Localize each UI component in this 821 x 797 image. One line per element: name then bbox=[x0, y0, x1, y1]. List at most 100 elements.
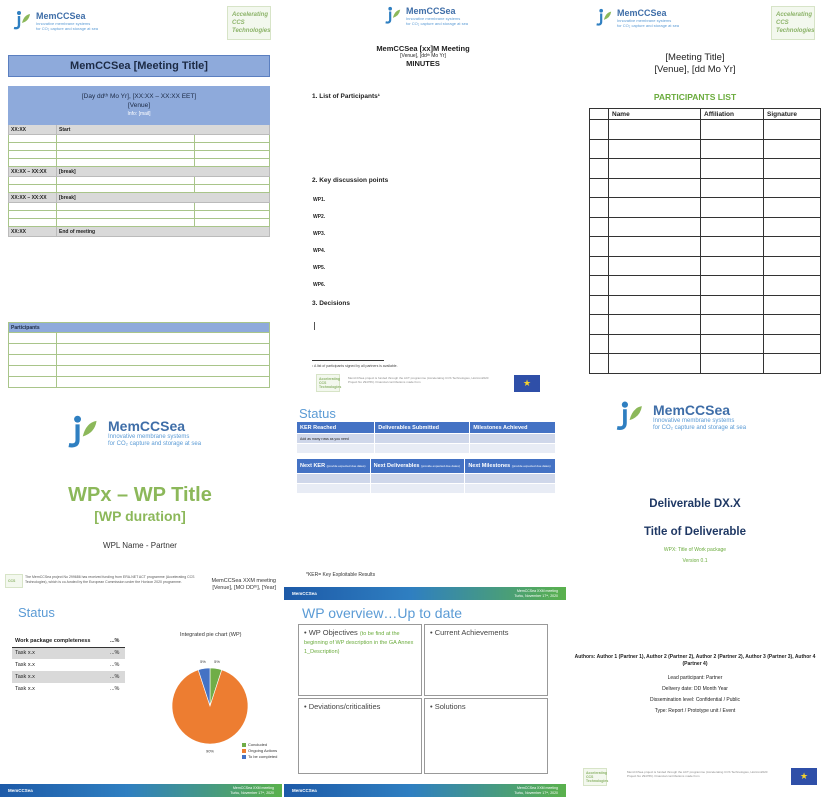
footer-meeting-name: MemCCSea XXM meeting bbox=[232, 786, 274, 790]
act-logo-text: Technologies bbox=[232, 28, 271, 34]
agenda-table: [Day ddᵗʰ Mo Yr], [XX:XX – XX:XX EET] [V… bbox=[8, 86, 270, 237]
header-meeting: MemCCSea XXM meeting Turku, November 17ᵗ… bbox=[514, 589, 558, 598]
minutes-title: MemCCSea [xx]M Meeting bbox=[376, 44, 470, 53]
meeting-venue-date: [Venue], [dd Mo Yr] bbox=[654, 64, 736, 75]
pie-data-label: 5% bbox=[200, 659, 206, 664]
act-logo: Accelerating CCS Technologies bbox=[771, 6, 815, 40]
act-logo: Accelerating CCS Technologies bbox=[583, 768, 609, 786]
agenda-time: XX:XX bbox=[8, 124, 57, 135]
header-logo: MemCCSea bbox=[292, 591, 317, 596]
text-cursor bbox=[314, 322, 315, 330]
minutes-heading: MINUTES bbox=[406, 59, 440, 68]
act-logo: Accelerating CCS Technologies bbox=[227, 6, 271, 40]
wp-title-slide: MemCCSea Innovative membrane systems for… bbox=[0, 400, 280, 570]
footer-bar: MemCCSea MemCCSea XXM meeting Turku, Nov… bbox=[284, 784, 566, 797]
column-header: KER Reached bbox=[295, 421, 376, 434]
agenda-time: XX:XX – XX:XX bbox=[8, 192, 57, 203]
minutes-page: MemCCSea Innovative membrane systems for… bbox=[280, 0, 566, 398]
brand-tagline: Innovative membrane systems bbox=[653, 418, 735, 424]
solutions-label: • Solutions bbox=[430, 702, 466, 711]
deliverable-details-page: Authors: Author 1 (Partner 1), Author 2 … bbox=[569, 572, 821, 797]
deliverable-authors: Authors: Author 1 (Partner 1), Author 2 … bbox=[574, 654, 816, 667]
status-table-slide: Status KER Reached Deliverables Submitte… bbox=[284, 400, 566, 570]
brand-name: MemCCSea bbox=[108, 418, 186, 434]
quadrant-objectives: • WP Objectives (to be find at the begin… bbox=[298, 624, 422, 696]
pie-data-label: 90% bbox=[206, 749, 214, 754]
agenda-label: End of meeting bbox=[56, 226, 270, 237]
footer-date: Turku, November 17ᵗʰ, 2020 bbox=[514, 790, 558, 795]
footer-meeting: MemCCSea XXM meeting Turku, November 17ᵗ… bbox=[230, 786, 274, 795]
section-participants: 1. List of Participants¹ bbox=[312, 93, 380, 100]
participants-list-page: MemCCSea Innovative membrane systems for… bbox=[569, 0, 821, 398]
act-logo-text: Accelerating bbox=[232, 12, 269, 18]
header-date: Turku, November 17ᵗʰ, 2020 bbox=[514, 593, 558, 598]
act-logo-text: Technologies bbox=[319, 385, 342, 389]
legend-swatch bbox=[242, 742, 246, 747]
act-logo-text: CCS bbox=[232, 20, 245, 26]
act-logo-text: Technologies bbox=[776, 28, 815, 34]
column-header: Next Deliverables bbox=[373, 463, 420, 469]
memccsea-logo-icon bbox=[385, 6, 401, 24]
memccsea-logo: MemCCSea Innovative membrane systems for… bbox=[593, 8, 679, 28]
column-header: Deliverables Submitted bbox=[374, 421, 471, 434]
eu-flag-icon: ★ bbox=[514, 375, 540, 392]
act-logo-text: Accelerating bbox=[776, 12, 813, 18]
act-logo-text: Technologies bbox=[586, 779, 609, 783]
brand-tagline: Innovative membrane systems bbox=[108, 434, 190, 440]
deliverable-version: Version 0.1 bbox=[682, 558, 708, 564]
meeting-name: MemCCSea XXM meeting bbox=[211, 578, 277, 584]
eu-flag-icon: ★ bbox=[791, 768, 817, 785]
delivery-date: Delivery date: DD Month Year bbox=[662, 686, 728, 692]
pie-title: Integrated pie chart (WP) bbox=[180, 632, 242, 638]
agenda-page: MemCCSea Innovative membrane systems for… bbox=[0, 0, 277, 398]
objectives-label: • WP Objectives bbox=[304, 628, 358, 637]
task-name: Task x.x bbox=[12, 647, 107, 659]
act-logo: Accelerating CCS Technologies bbox=[316, 374, 342, 392]
participants-list-table: Name Affiliation Signature bbox=[589, 108, 821, 374]
agenda-label: Start bbox=[56, 124, 270, 135]
overview-title: WP overview…Up to date bbox=[302, 605, 463, 621]
brand-tagline: for CO₂ capture and storage at sea bbox=[36, 26, 99, 31]
brand-tagline: for CO₂ capture and storage at sea bbox=[617, 23, 680, 28]
participants-meeting-header: [Meeting Title] [Venue], [dd Mo Yr] bbox=[569, 52, 821, 76]
task-percent: ...% bbox=[109, 662, 120, 668]
wp-duration: [WP duration] bbox=[94, 508, 186, 524]
section-key-points: 2. Key discussion points bbox=[312, 177, 389, 184]
wp-item: WP4. bbox=[313, 248, 326, 254]
meeting-venue-date: [Venue], [MO DDᵗʰ], [Year] bbox=[212, 585, 276, 591]
memccsea-logo-icon bbox=[13, 11, 30, 30]
pie-legend: Concluded Ongoing Actions To be complete… bbox=[242, 742, 277, 760]
task-percent: ...% bbox=[106, 647, 125, 659]
task-name: Task x.x bbox=[15, 662, 35, 668]
agenda-info-link[interactable]: Info: [mail] bbox=[11, 110, 267, 119]
ker-table: KER Reached Deliverables Submitted Miles… bbox=[295, 421, 556, 454]
agenda-venue: [Venue] bbox=[127, 102, 151, 109]
funding-note: MemCCSea project is funded through the A… bbox=[627, 770, 768, 778]
pie-data-label: 5% bbox=[214, 659, 220, 664]
wp-item: WP6. bbox=[313, 282, 326, 288]
agenda-title: MemCCSea [Meeting Title] bbox=[8, 55, 270, 77]
minutes-header: MemCCSea [xx]M Meeting [Venue], [ddᵗʰ Mo… bbox=[280, 44, 566, 68]
column-header: Work package completeness bbox=[12, 635, 107, 648]
legend-label: Ongoing Actions bbox=[248, 748, 278, 753]
achievements-label: • Current Achievements bbox=[430, 628, 509, 637]
meeting-title: [Meeting Title] bbox=[665, 52, 725, 63]
deliverable-number: Deliverable DX.X bbox=[649, 498, 741, 510]
footer-meeting-name: MemCCSea XXM meeting bbox=[516, 786, 558, 790]
task-name: Task x.x bbox=[15, 686, 35, 692]
brand-name: MemCCSea bbox=[36, 11, 86, 21]
column-header: Next KER bbox=[300, 463, 326, 469]
footer-date: Turku, November 17ᵗʰ, 2020 bbox=[230, 790, 274, 795]
lead-participant: Lead participant: Partner bbox=[667, 675, 723, 681]
participants-header: Participants bbox=[8, 322, 270, 333]
task-percent: ...% bbox=[106, 671, 125, 683]
agenda-time: XX:XX – XX:XX bbox=[8, 166, 57, 177]
footer-logo: MemCCSea bbox=[8, 788, 33, 793]
legend-swatch bbox=[242, 754, 246, 759]
quadrant-achievements: • Current Achievements bbox=[424, 624, 548, 696]
deliverable-wp: WPX: Title of Work package bbox=[663, 547, 727, 553]
column-header: Affiliation bbox=[700, 108, 764, 120]
funding-note: MemCCSea project is funded through the A… bbox=[348, 376, 489, 384]
agenda-date: [Day ddᵗʰ Mo Yr], [XX:XX – XX:XX EET] bbox=[81, 93, 197, 100]
memccsea-logo: MemCCSea Innovative membrane systems for… bbox=[382, 6, 468, 26]
